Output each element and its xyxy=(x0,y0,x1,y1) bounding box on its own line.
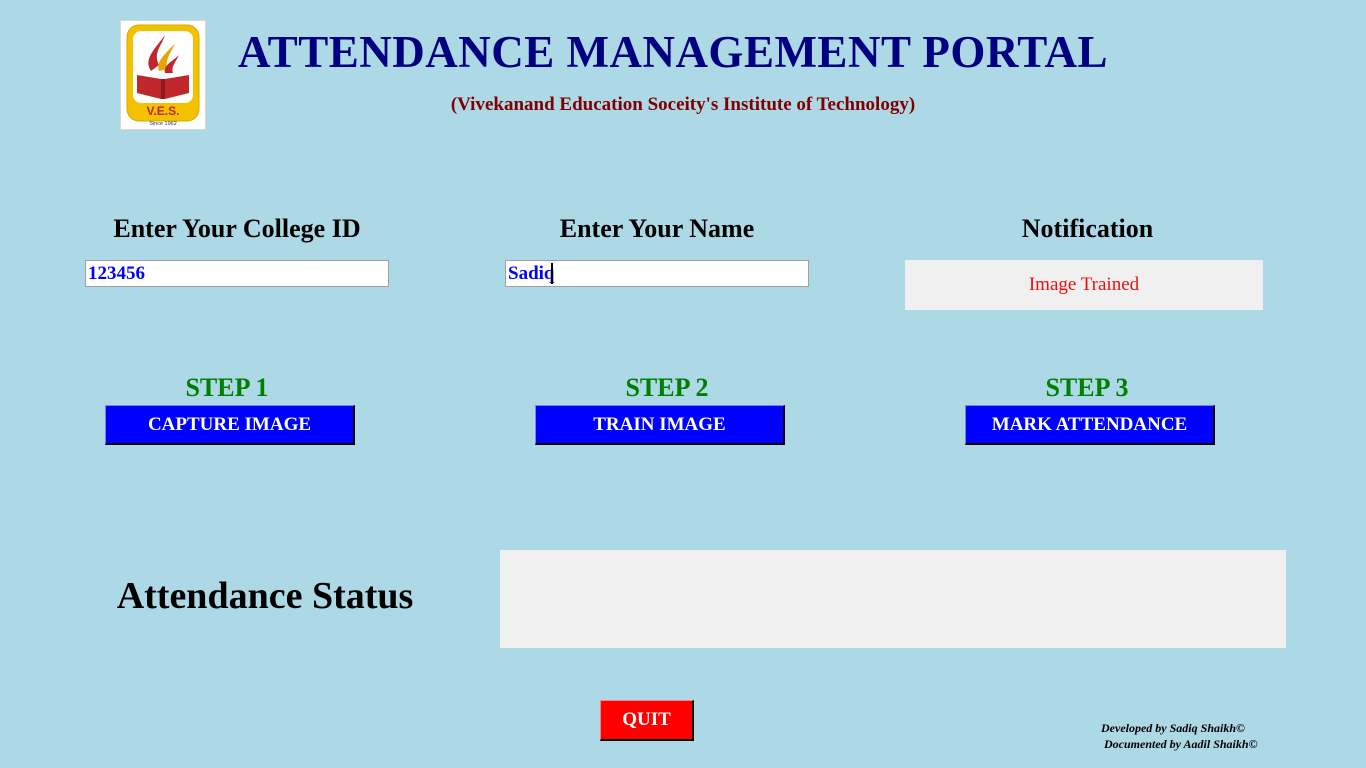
step-2-label: STEP 2 xyxy=(625,373,709,402)
attendance-status-label: Attendance Status xyxy=(116,575,414,617)
quit-button[interactable]: QUIT xyxy=(600,700,694,741)
developer-credit: Developed by Sadiq Shaikh© xyxy=(1101,721,1245,735)
name-label: Enter Your Name xyxy=(559,214,755,243)
notification-label: Notification xyxy=(1021,214,1154,243)
notification-message: Image Trained xyxy=(905,260,1263,310)
svg-text:Since 1962: Since 1962 xyxy=(149,121,177,127)
documenter-credit: Documented by Aadil Shaikh© xyxy=(1104,737,1258,751)
college-id-field[interactable] xyxy=(85,260,389,287)
capture-image-button[interactable]: CAPTURE IMAGE xyxy=(105,405,355,445)
svg-text:V.E.S.: V.E.S. xyxy=(147,104,180,118)
step-1-label: STEP 1 xyxy=(185,373,269,402)
page-subtitle: (Vivekanand Education Soceity's Institut… xyxy=(450,94,916,115)
attendance-status-box xyxy=(500,550,1286,648)
college-id-label: Enter Your College ID xyxy=(113,214,361,243)
mark-attendance-button[interactable]: MARK ATTENDANCE xyxy=(965,405,1215,445)
page-title: ATTENDANCE MANAGEMENT PORTAL xyxy=(238,27,1108,77)
train-image-button[interactable]: TRAIN IMAGE xyxy=(535,405,785,445)
step-3-label: STEP 3 xyxy=(1045,373,1129,402)
text-cursor xyxy=(551,263,553,284)
